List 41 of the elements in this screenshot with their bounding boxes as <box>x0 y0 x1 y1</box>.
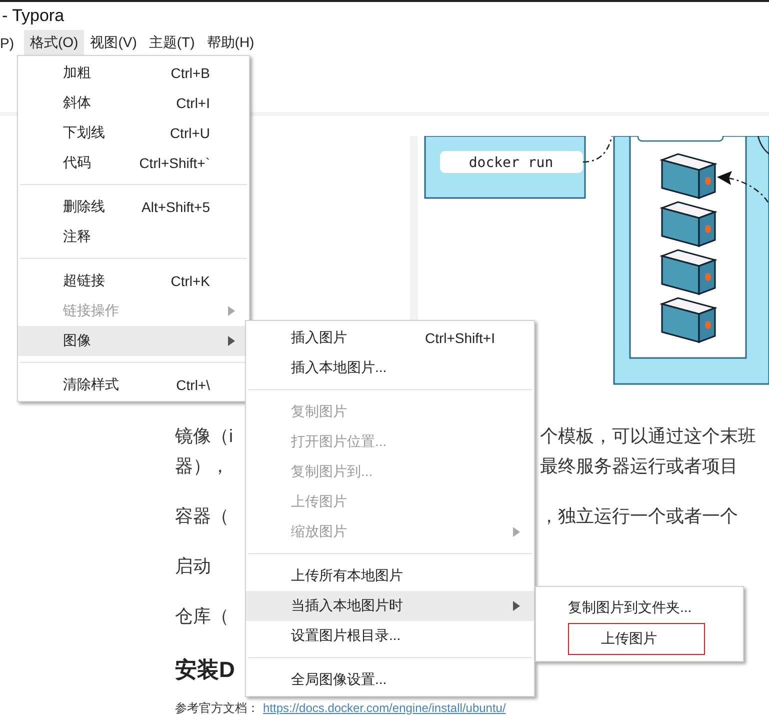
container-icon <box>660 249 718 296</box>
menubar-item[interactable]: 主题(T) <box>142 30 201 55</box>
menu-item[interactable]: 删除线 Alt+Shift+5 <box>18 192 249 222</box>
menu-item[interactable]: 超链接 Ctrl+K <box>18 266 249 296</box>
docs-link[interactable]: https://docs.docker.com/engine/install/ubuntu/ <box>263 701 506 715</box>
menu-item[interactable]: 清除样式 Ctrl+\ <box>18 370 249 400</box>
container-icon <box>660 297 718 344</box>
connector-line <box>757 136 769 154</box>
menubar-item[interactable]: P) <box>0 30 24 55</box>
connector-line <box>582 136 613 163</box>
menu-item[interactable]: 上传图片 <box>568 623 705 655</box>
menu-item[interactable]: 全局图像设置... <box>246 665 534 695</box>
container-icon <box>660 201 718 248</box>
paragraph-text: 容器（ <box>175 505 229 528</box>
paragraph-text: 启动 <box>175 555 211 578</box>
menu-item[interactable]: 插入本地图片... <box>246 353 534 383</box>
menu-item[interactable]: 代码 Ctrl+Shift+` <box>18 148 249 178</box>
menu-item[interactable]: 斜体 Ctrl+I <box>18 88 249 118</box>
menu-item[interactable]: 下划线 Ctrl+U <box>18 118 249 148</box>
arrow <box>717 171 769 204</box>
menu-item[interactable]: 上传所有本地图片 <box>246 561 534 591</box>
paragraph-text: 仓库（ <box>175 605 229 628</box>
command-label: docker run <box>468 155 554 171</box>
paragraph-text: 个模板，可以通过这个末班 <box>540 425 756 448</box>
paragraph-text: ，独立运行一个或者一个 <box>540 505 738 528</box>
menubar-item[interactable]: 帮助(H) <box>200 30 260 55</box>
menubar-item[interactable]: 格式(O) <box>24 30 84 55</box>
section-heading: 安装D <box>175 656 235 684</box>
paragraph-text: 器）， <box>175 455 229 478</box>
menu-item[interactable]: 注释 <box>18 222 249 252</box>
menu-item[interactable]: 加粗 Ctrl+B <box>18 58 249 88</box>
menubar-item[interactable]: 视图(V) <box>84 30 143 55</box>
menu-item[interactable]: 复制图片到文件夹... <box>536 593 743 623</box>
menu-item[interactable]: 当插入本地图片时 <box>246 591 534 621</box>
menu-item[interactable]: 插入图片 Ctrl+Shift+I <box>246 323 534 353</box>
menu-item[interactable]: 设置图片根目录... <box>246 621 534 651</box>
window-title: - Typora <box>2 6 64 26</box>
paragraph-text: 最终服务器运行或者项目 <box>540 455 738 478</box>
paragraph-text: 镜像（i <box>175 425 233 448</box>
container-icon <box>660 153 718 200</box>
paragraph-text: 参考官方文档： <box>175 701 259 715</box>
